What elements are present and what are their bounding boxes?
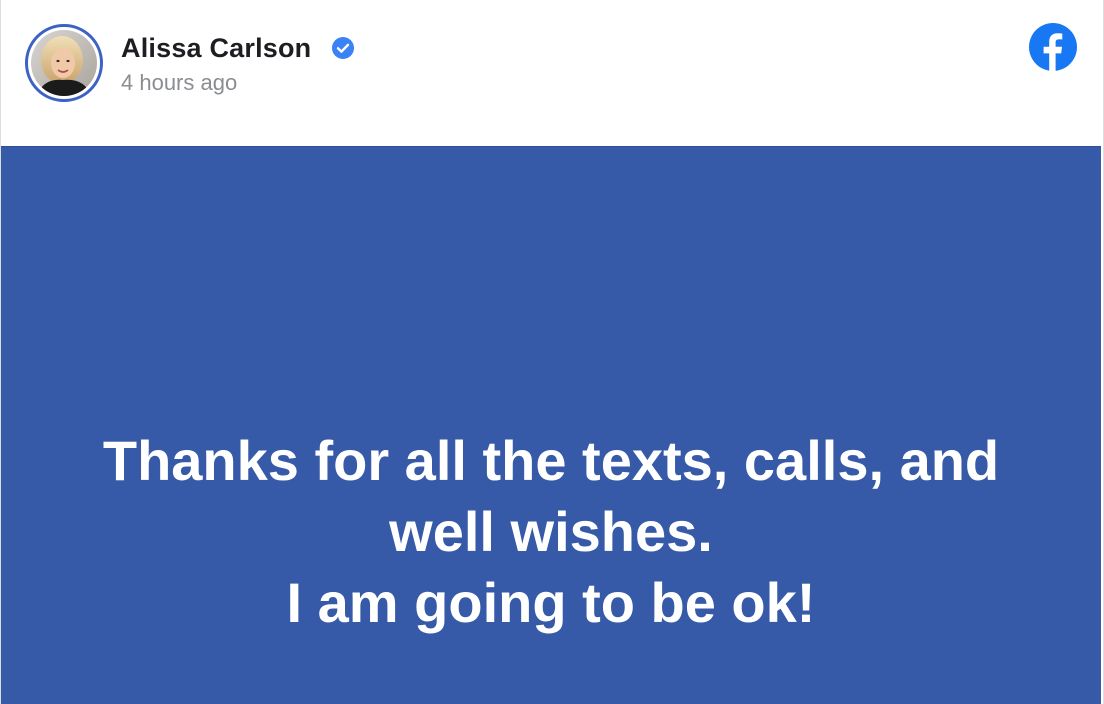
avatar[interactable]: [25, 24, 103, 102]
author-name[interactable]: Alissa Carlson: [121, 33, 311, 64]
status-message: Thanks for all the texts, calls, and wel…: [1, 425, 1101, 638]
status-line-2: well wishes.: [389, 500, 713, 563]
status-background-card: Thanks for all the texts, calls, and wel…: [1, 146, 1101, 704]
facebook-post: Alissa Carlson 4 hours ago Thanks for al…: [0, 0, 1104, 704]
facebook-icon[interactable]: [1028, 22, 1078, 72]
post-timestamp[interactable]: 4 hours ago: [121, 70, 237, 96]
post-header: Alissa Carlson 4 hours ago: [1, 0, 1101, 146]
status-line-3: I am going to be ok!: [286, 571, 816, 634]
avatar-photo: [31, 30, 97, 96]
verified-badge-icon: [332, 37, 354, 59]
status-line-1: Thanks for all the texts, calls, and: [102, 429, 1000, 492]
